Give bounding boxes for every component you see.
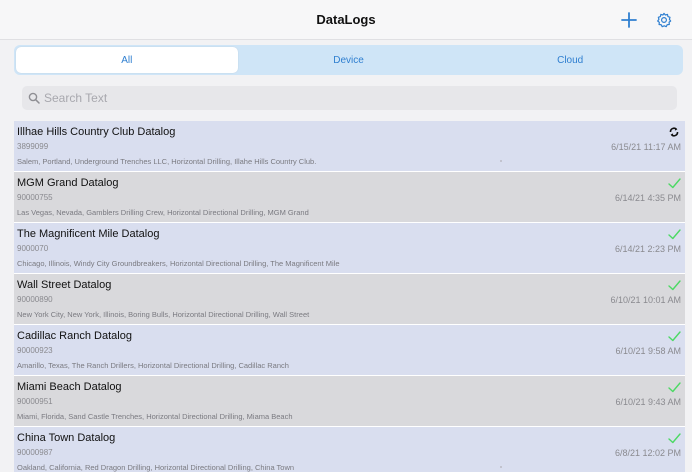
sync-status (667, 279, 681, 291)
datalog-description: Chicago, Illinois, Windy City Groundbrea… (17, 259, 340, 268)
settings-button[interactable] (652, 8, 676, 32)
datalog-row[interactable]: Wall Street Datalog 90000890 New York Ci… (14, 274, 685, 325)
search-input[interactable] (44, 91, 644, 105)
datalog-title: China Town Datalog (17, 432, 116, 444)
datalog-title: Miami Beach Datalog (17, 381, 122, 393)
sync-status (667, 228, 681, 240)
datalog-title: The Magnificent Mile Datalog (17, 228, 160, 240)
datalog-id: 90000755 (17, 193, 53, 202)
datalog-id: 90000951 (17, 397, 53, 406)
gear-icon (657, 12, 672, 28)
sync-icon (669, 127, 679, 137)
checkmark-icon (667, 330, 681, 341)
search-bar[interactable] (22, 86, 677, 110)
datalog-list: Illhae Hills Country Club Datalog 389909… (14, 121, 685, 472)
sync-status (667, 330, 681, 342)
datalog-row[interactable]: Illhae Hills Country Club Datalog 389909… (14, 121, 685, 172)
datalog-id: 90000987 (17, 448, 53, 457)
datalog-date: 6/14/21 4:35 PM (614, 193, 681, 203)
datalog-row[interactable]: Cadillac Ranch Datalog 90000923 Amarillo… (14, 325, 685, 376)
tab-all[interactable]: All (16, 47, 238, 73)
checkmark-icon (667, 228, 681, 239)
datalog-description: New York City, New York, Illinois, Borin… (17, 310, 310, 319)
datalog-date: 6/15/21 11:17 AM (611, 142, 681, 152)
datalog-description: Oakland, California, Red Dragon Drilling… (17, 463, 295, 472)
separator-dot (500, 466, 502, 468)
datalog-date: 6/10/21 9:58 AM (615, 346, 681, 356)
navigation-bar: DataLogs (0, 0, 692, 40)
page-title: DataLogs (316, 12, 376, 27)
datalog-id: 3899099 (17, 142, 49, 151)
datalog-row[interactable]: MGM Grand Datalog 90000755 Las Vegas, Ne… (14, 172, 685, 223)
datalog-row[interactable]: China Town Datalog 90000987 Oakland, Cal… (14, 427, 685, 472)
source-segmented-control: All Device Cloud (14, 45, 683, 75)
datalog-description: Amarillo, Texas, The Ranch Drillers, Hor… (17, 361, 289, 370)
datalog-id: 90000923 (17, 346, 53, 355)
sync-status (667, 381, 681, 393)
datalog-row[interactable]: Miami Beach Datalog 90000951 Miami, Flor… (14, 376, 685, 427)
checkmark-icon (667, 279, 681, 290)
datalog-date: 6/10/21 9:43 AM (615, 397, 681, 407)
datalog-description: Salem, Portland, Underground Trenches LL… (17, 157, 317, 166)
datalog-description: Las Vegas, Nevada, Gamblers Drilling Cre… (17, 208, 309, 217)
tab-cloud[interactable]: Cloud (459, 47, 681, 73)
sync-status (667, 432, 681, 444)
tab-device[interactable]: Device (238, 47, 460, 73)
separator-dot (500, 160, 502, 162)
sync-status (667, 126, 681, 138)
checkmark-icon (667, 381, 681, 392)
datalog-date: 6/10/21 10:01 AM (610, 295, 681, 305)
datalog-title: Illhae Hills Country Club Datalog (17, 126, 176, 138)
search-icon (28, 92, 40, 104)
datalog-id: 90000890 (17, 295, 53, 304)
datalog-title: Wall Street Datalog (17, 279, 112, 291)
datalog-date: 6/8/21 12:02 PM (614, 448, 681, 458)
plus-icon (621, 12, 637, 28)
datalog-description: Miami, Florida, Sand Castle Trenches, Ho… (17, 412, 293, 421)
datalog-title: Cadillac Ranch Datalog (17, 330, 132, 342)
checkmark-icon (667, 432, 681, 443)
datalog-date: 6/14/21 2:23 PM (614, 244, 681, 254)
add-datalog-button[interactable] (617, 8, 641, 32)
checkmark-icon (667, 177, 681, 188)
sync-status (667, 177, 681, 189)
datalog-id: 9000070 (17, 244, 49, 253)
datalog-title: MGM Grand Datalog (17, 177, 119, 189)
datalog-row[interactable]: The Magnificent Mile Datalog 9000070 Chi… (14, 223, 685, 274)
